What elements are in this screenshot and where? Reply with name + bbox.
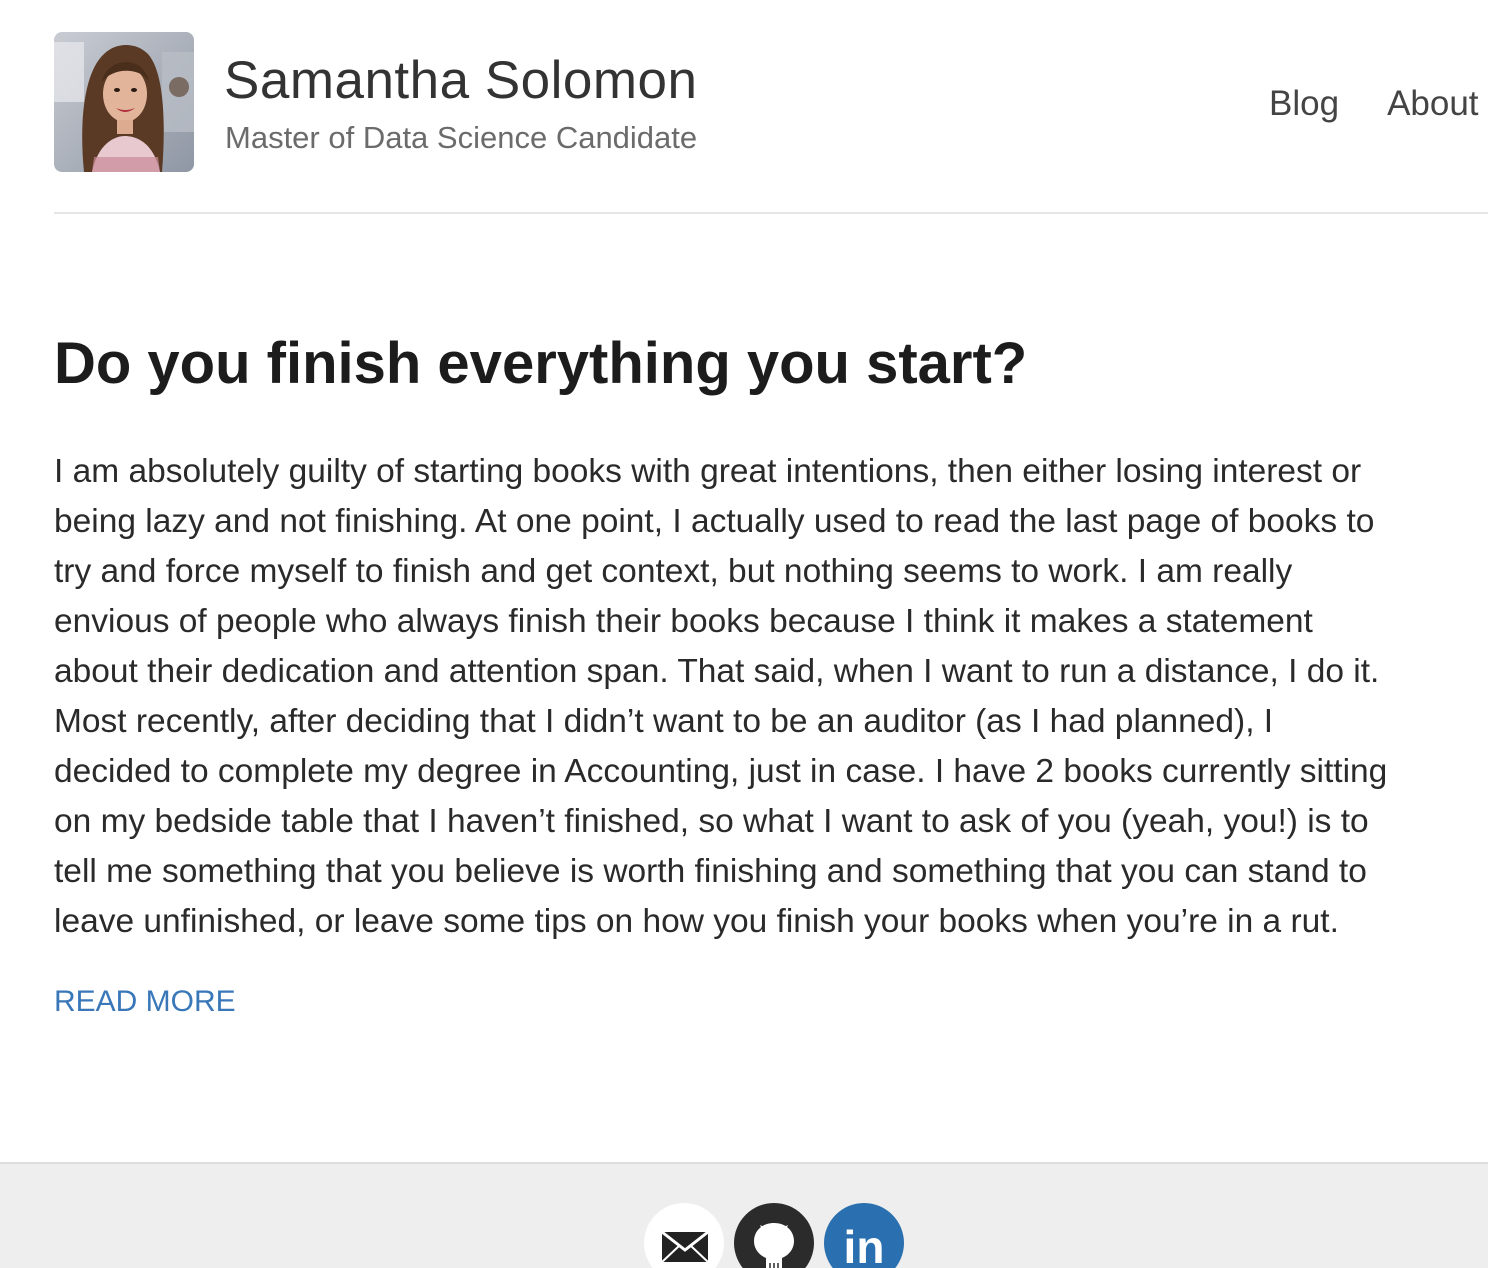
site-subtitle: Master of Data Science Candidate bbox=[225, 120, 698, 155]
post-body-line: leave unfinished, or leave some tips on … bbox=[54, 903, 1339, 940]
post-title[interactable]: Do you finish everything you start? bbox=[54, 330, 1027, 397]
post-body-line: about their dedication and attention spa… bbox=[54, 653, 1380, 690]
header-divider bbox=[54, 212, 1488, 214]
site-title[interactable]: Samantha Solomon bbox=[224, 50, 698, 111]
post-body-line: decided to complete my degree in Account… bbox=[54, 753, 1388, 790]
post-body-line: being lazy and not finishing. At one poi… bbox=[54, 503, 1375, 540]
post-body-line: I am absolutely guilty of starting books… bbox=[54, 453, 1362, 490]
nav-blog-link[interactable]: Blog bbox=[1269, 84, 1339, 124]
page: Samantha Solomon Master of Data Science … bbox=[0, 0, 1488, 1268]
linkedin-glyph: in bbox=[844, 1221, 885, 1268]
post-body-line: envious of people who always finish thei… bbox=[54, 603, 1313, 640]
post-body-line: Most recently, after deciding that I did… bbox=[54, 703, 1274, 740]
post-body: I am absolutely guilty of starting books… bbox=[54, 447, 1488, 947]
post-body-line: on my bedside table that I haven’t finis… bbox=[54, 803, 1369, 840]
nav-about-link[interactable]: About bbox=[1387, 84, 1478, 124]
post-body-line: try and force myself to finish and get c… bbox=[54, 553, 1293, 590]
post-body-line: tell me something that you believe is wo… bbox=[54, 853, 1367, 890]
avatar-photo bbox=[54, 32, 194, 172]
avatar[interactable] bbox=[54, 32, 194, 172]
read-more-link[interactable]: READ MORE bbox=[54, 985, 236, 1019]
main-nav: Blog About bbox=[1269, 84, 1488, 124]
